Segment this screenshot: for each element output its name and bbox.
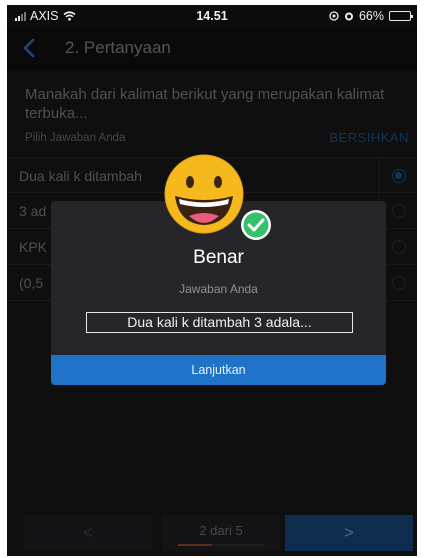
grinning-face-with-check-icon — [164, 154, 271, 240]
phone-screen: AXIS 14.51 66% 2. Pertanyaan Manakah dar… — [7, 5, 417, 556]
status-bar: AXIS 14.51 66% — [7, 5, 417, 27]
selected-answer-box: Dua kali k ditambah 3 adala... — [86, 312, 353, 333]
alarm-icon — [344, 12, 353, 21]
battery-icon — [389, 11, 413, 21]
continue-button[interactable]: Lanjutkan — [51, 355, 386, 385]
status-right: 66% — [329, 9, 413, 23]
dialog-subtitle: Jawaban Anda — [179, 282, 258, 296]
location-icon — [329, 11, 339, 21]
battery-percent: 66% — [358, 9, 384, 23]
